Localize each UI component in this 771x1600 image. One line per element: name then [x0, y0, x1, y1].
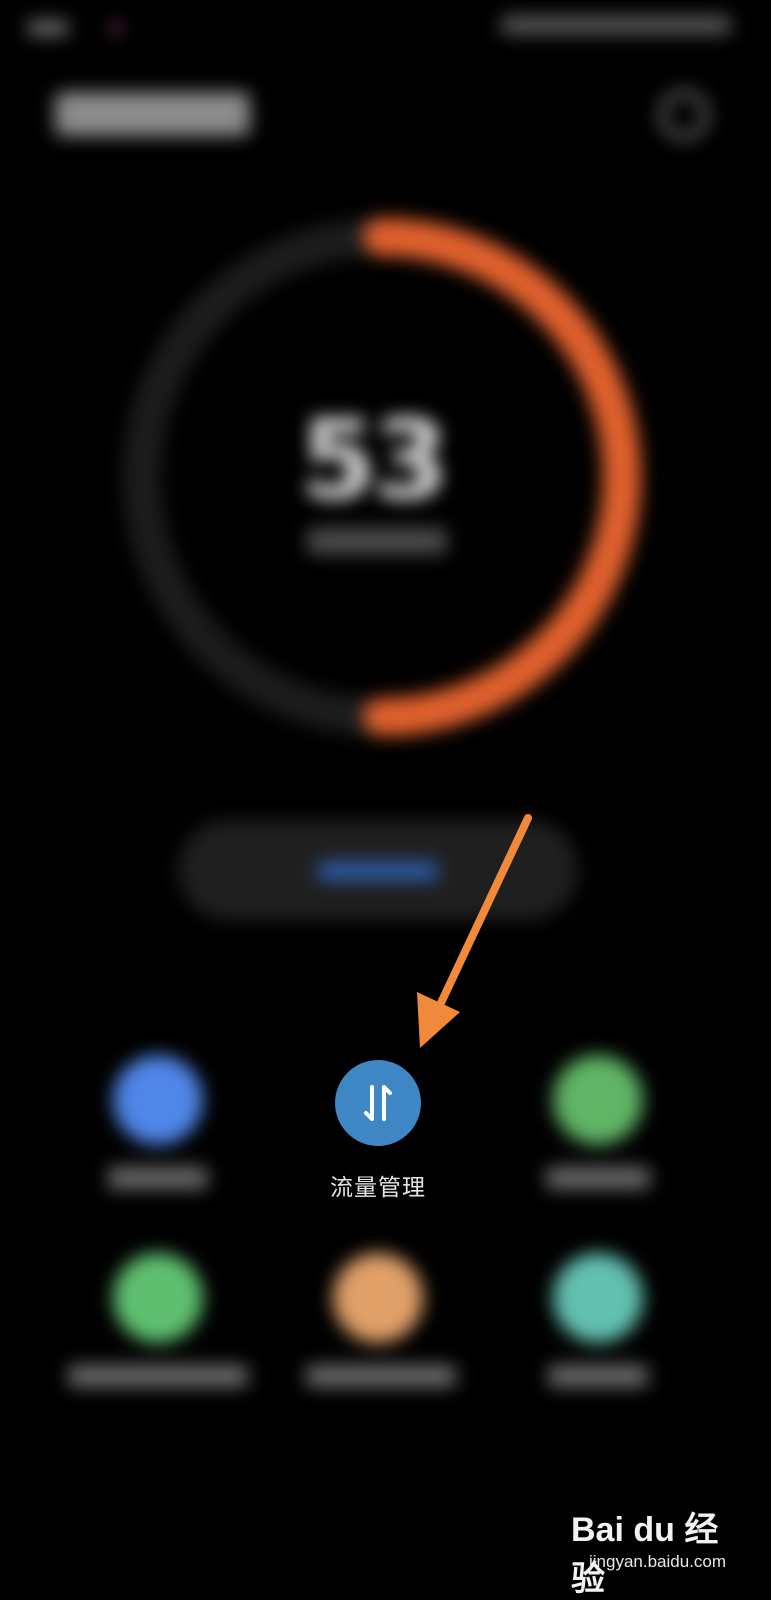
tool-tile-1[interactable] — [78, 1055, 238, 1235]
tool-tile-6[interactable] — [518, 1253, 678, 1433]
watermark-url: jingyan.baidu.com — [589, 1552, 727, 1571]
traffic-management-tile[interactable]: 流量管理 — [300, 1060, 456, 1210]
gauge-caption — [307, 528, 447, 554]
blurred-green-icon — [553, 1055, 643, 1145]
traffic-management-button[interactable] — [335, 1060, 421, 1146]
status-bar-left — [22, 14, 132, 42]
status-bar-right — [501, 16, 731, 34]
traffic-management-label: 流量管理 — [330, 1175, 426, 1201]
settings-icon[interactable] — [659, 90, 709, 140]
tool-tile-4[interactable] — [68, 1253, 248, 1433]
page-title — [55, 92, 250, 136]
data-transfer-arrows-icon — [364, 1085, 392, 1121]
blurred-green-icon — [113, 1253, 203, 1343]
watermark-logo: Bai du 经验 — [571, 1511, 719, 1598]
tool-tile-5[interactable] — [298, 1253, 458, 1433]
blurred-blue-icon — [113, 1055, 203, 1145]
baidu-jingyan-watermark: Bai du 经验 jingyan.baidu.com — [561, 1502, 741, 1598]
blurred-teal-icon — [553, 1253, 643, 1343]
tool-tile-3[interactable] — [518, 1055, 678, 1235]
gauge-value: 53 — [300, 400, 500, 520]
gauge-value-text: 53 — [300, 396, 449, 524]
blurred-orange-icon — [333, 1253, 423, 1343]
annotation-arrow — [417, 814, 532, 1048]
